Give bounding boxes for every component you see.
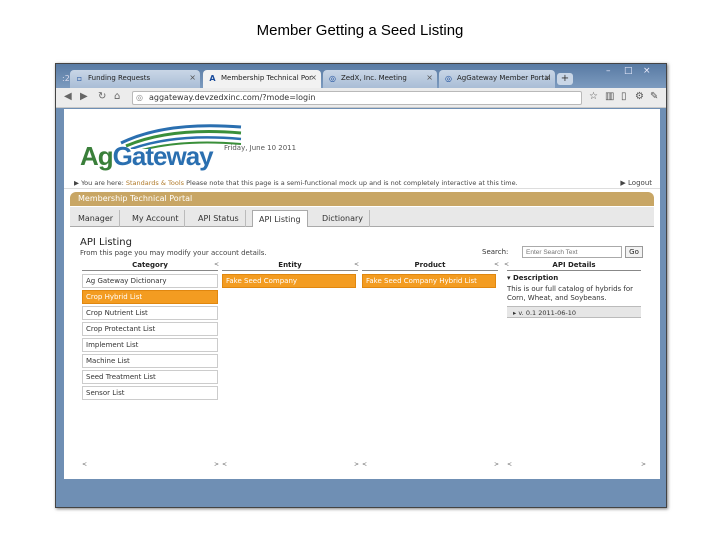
column-header-entity: Entity xyxy=(222,261,358,271)
browser-tab-funding[interactable]: ▫ Funding Requests × xyxy=(70,70,200,88)
scroll-right-arrow-icon[interactable]: > xyxy=(214,461,219,468)
search-input[interactable] xyxy=(522,246,622,258)
category-item-selected[interactable]: Crop Hybrid List xyxy=(82,290,218,304)
address-bar-url: aggateway.devzedxinc.com/?mode=login xyxy=(149,93,316,102)
reload-icon[interactable]: ↻ xyxy=(98,91,106,102)
browser-tab-label: Membership Technical Por xyxy=(221,74,312,82)
description-heading[interactable]: ▾ Description xyxy=(507,274,641,284)
bookmark-star-icon[interactable]: ☆ xyxy=(589,91,598,102)
section-title: API Listing xyxy=(80,237,132,248)
settings-icon[interactable]: ⚙ xyxy=(635,91,644,102)
product-item-selected[interactable]: Fake Seed Company Hybrid List xyxy=(362,274,496,288)
tab-api-status[interactable]: API Status xyxy=(192,210,246,227)
portal-nav-tabs: Manager My Account API Status API Listin… xyxy=(70,207,654,227)
browser-toolbar: ◀ ▶ ↻ ⌂ ◎ aggateway.devzedxinc.com/?mode… xyxy=(56,88,666,108)
breadcrumb-notice: ▶ You are here: Standards & Tools Please… xyxy=(64,179,660,189)
browser-content: AgGateway Friday, June 10 2011 ▶ You are… xyxy=(64,109,660,479)
close-tab-icon[interactable]: × xyxy=(426,73,433,82)
globe-icon: ◎ xyxy=(136,93,143,102)
tab-manager[interactable]: Manager xyxy=(72,210,121,227)
logo-text: AgGateway xyxy=(80,141,214,172)
close-window-button[interactable]: × xyxy=(643,66,651,76)
category-item[interactable]: Crop Nutrient List xyxy=(82,306,218,320)
column-header-product: Product xyxy=(362,261,498,271)
close-tab-icon[interactable]: × xyxy=(189,73,196,82)
logo-text-ag: Ag xyxy=(80,141,114,171)
slide-title: Member Getting a Seed Listing xyxy=(256,22,464,39)
logo-text-gateway: Gateway xyxy=(112,141,214,171)
page-menu-icon[interactable]: ▯ xyxy=(621,91,627,102)
tab-overflow-indicator: :2 xyxy=(62,74,70,83)
tab-dictionary[interactable]: Dictionary xyxy=(316,210,371,227)
scroll-left-arrow-icon[interactable]: < xyxy=(222,461,227,468)
breadcrumb-prefix: You are here: xyxy=(81,179,124,187)
page-icon: ▫ xyxy=(76,74,83,83)
category-item[interactable]: Machine List xyxy=(82,354,218,368)
minimize-button[interactable]: – xyxy=(606,66,611,76)
scroll-right-arrow-icon[interactable]: > xyxy=(641,461,646,468)
globe-icon: ◎ xyxy=(329,74,336,83)
category-item[interactable]: Ag Gateway Dictionary xyxy=(82,274,218,288)
current-date: Friday, June 10 2011 xyxy=(224,144,297,152)
browser-window: :2 ▫ Funding Requests × A Membership Tec… xyxy=(55,63,667,508)
description-text: This is our full catalog of hybrids for … xyxy=(507,285,634,302)
close-tab-icon[interactable]: × xyxy=(310,73,317,82)
category-item[interactable]: Implement List xyxy=(82,338,218,352)
version-row[interactable]: ▸ v. 0.1 2011-06-10 xyxy=(507,306,641,318)
scroll-right-arrow-icon[interactable]: > xyxy=(354,461,359,468)
forward-icon[interactable]: ▶ xyxy=(80,91,88,102)
tab-my-account[interactable]: My Account xyxy=(126,210,186,227)
version-label: v. 0.1 2011-06-10 xyxy=(518,309,576,317)
scroll-left-arrow-icon[interactable]: < xyxy=(82,461,87,468)
category-item[interactable]: Crop Protectant List xyxy=(82,322,218,336)
search-label: Search: xyxy=(482,248,509,256)
browser-tab-label: AgGateway Member Portal xyxy=(457,74,551,82)
scroll-left-arrow-icon[interactable]: < xyxy=(362,461,367,468)
column-header-api-details: API Details xyxy=(507,261,641,271)
logout-label: Logout xyxy=(628,179,652,187)
maximize-button[interactable]: □ xyxy=(624,66,633,76)
scroll-right-arrow-icon[interactable]: > xyxy=(494,461,499,468)
logout-link[interactable]: ▶ Logout xyxy=(620,179,652,187)
wrench-icon[interactable]: ✎ xyxy=(650,91,658,102)
new-tab-button[interactable]: + xyxy=(557,73,573,85)
browser-tab-zedx[interactable]: ◎ ZedX, Inc. Meeting × xyxy=(323,70,437,88)
browser-tab-member-portal[interactable]: ◎ AgGateway Member Portal × xyxy=(439,70,555,88)
column-scroll-arrow-icon[interactable]: < xyxy=(494,261,499,268)
portal-page: AgGateway Friday, June 10 2011 ▶ You are… xyxy=(64,109,660,479)
notice-text: Please note that this page is a semi-fun… xyxy=(186,179,518,187)
category-item[interactable]: Seed Treatment List xyxy=(82,370,218,384)
portal-title-bar: Membership Technical Portal xyxy=(70,192,654,206)
api-details-panel: ▾ Description This is our full catalog o… xyxy=(507,274,641,318)
entity-item-selected[interactable]: Fake Seed Company xyxy=(222,274,356,288)
column-header-category: Category xyxy=(82,261,218,271)
extension-icon[interactable]: ▥ xyxy=(605,91,614,102)
close-tab-icon[interactable]: × xyxy=(544,73,551,82)
breadcrumb-link[interactable]: Standards & Tools xyxy=(126,179,184,187)
a-icon: A xyxy=(209,74,216,83)
browser-tab-label: Funding Requests xyxy=(88,74,151,82)
browser-tab-membership[interactable]: A Membership Technical Por × xyxy=(203,70,321,88)
go-button[interactable]: Go xyxy=(625,246,643,258)
home-icon[interactable]: ⌂ xyxy=(114,91,120,102)
column-scroll-arrow-icon[interactable]: < xyxy=(214,261,219,268)
description-heading-label: Description xyxy=(512,274,559,282)
globe-icon: ◎ xyxy=(445,74,452,83)
section-subtitle: From this page you may modify your accou… xyxy=(80,249,267,257)
address-bar[interactable]: ◎ aggateway.devzedxinc.com/?mode=login xyxy=(132,91,582,105)
aggateway-logo[interactable]: AgGateway xyxy=(76,119,242,172)
category-item[interactable]: Sensor List xyxy=(82,386,218,400)
browser-tab-bar: :2 ▫ Funding Requests × A Membership Tec… xyxy=(56,64,666,88)
tab-api-listing[interactable]: API Listing xyxy=(252,210,308,227)
column-scroll-arrow-icon[interactable]: < xyxy=(504,261,509,268)
back-icon[interactable]: ◀ xyxy=(64,91,72,102)
scroll-left-arrow-icon[interactable]: < xyxy=(507,461,512,468)
column-scroll-arrow-icon[interactable]: < xyxy=(354,261,359,268)
browser-tab-label: ZedX, Inc. Meeting xyxy=(341,74,407,82)
